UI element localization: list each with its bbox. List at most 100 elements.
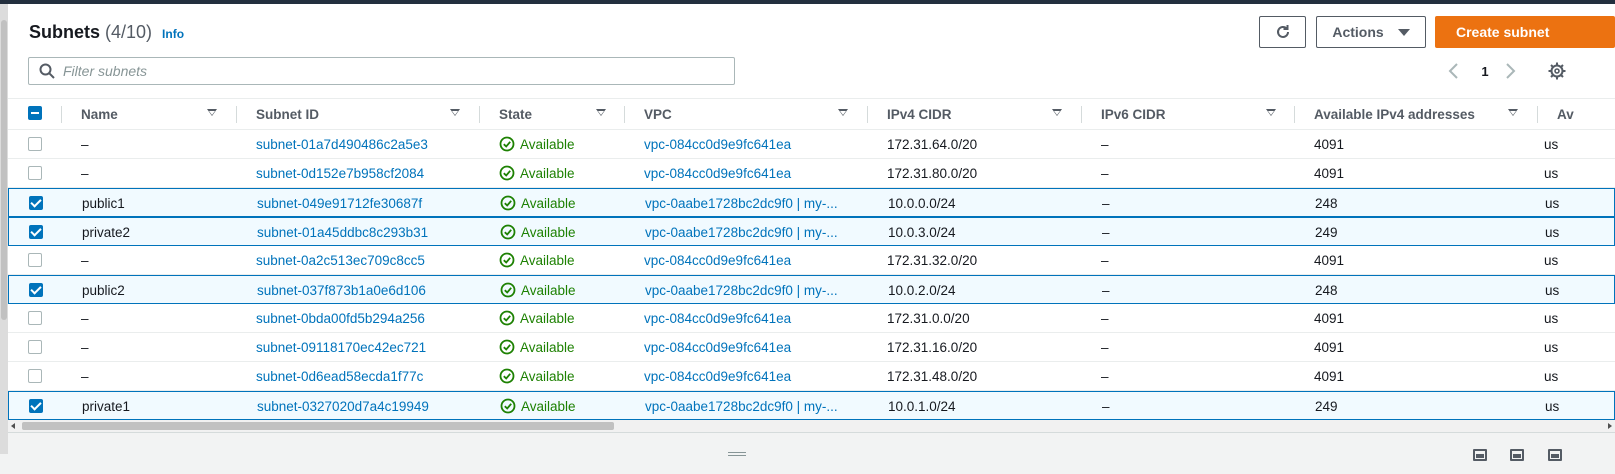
row-checkbox[interactable]	[28, 137, 42, 151]
check-circle-icon	[500, 195, 516, 211]
row-checkbox[interactable]	[29, 283, 43, 297]
table-row[interactable]: private1 subnet-0327020d7a4c19949 Availabl…	[8, 391, 1615, 420]
scroll-left-arrow-icon[interactable]	[11, 423, 15, 429]
column-header-name[interactable]: Name	[81, 99, 221, 129]
next-page-button[interactable]	[1504, 60, 1520, 82]
info-link[interactable]: Info	[162, 27, 184, 41]
vertical-scrollbar[interactable]	[0, 4, 8, 454]
table-row[interactable]: – subnet-0d152e7b958cf2084 Available vpc-08…	[8, 159, 1615, 188]
table-row[interactable]: – subnet-0bda00fd5b294a256 Available vpc-08…	[8, 304, 1615, 333]
page-number[interactable]: 1	[1478, 60, 1492, 82]
column-header-state[interactable]: State	[499, 99, 609, 129]
cell-vpc[interactable]: vpc-084cc0d9e9fc641ea	[644, 333, 859, 361]
row-checkbox[interactable]	[28, 311, 42, 325]
cell-vpc[interactable]: vpc-0aabe1728bc2dc9f0 | my-...	[645, 189, 860, 217]
column-header-vpc[interactable]: VPC	[644, 99, 854, 129]
cell-availability-zone: us	[1544, 130, 1615, 158]
scroll-right-arrow-icon[interactable]	[1608, 423, 1612, 429]
row-checkbox[interactable]	[28, 253, 42, 267]
cell-vpc[interactable]: vpc-084cc0d9e9fc641ea	[644, 362, 859, 390]
cell-ipv4-cidr: 172.31.16.0/20	[887, 333, 1077, 361]
cell-subnet-id[interactable]: subnet-01a7d490486c2a5e3	[256, 130, 471, 158]
table-row[interactable]: – subnet-09118170ec42ec721 Available vpc-08…	[8, 333, 1615, 362]
actions-button[interactable]: Actions	[1316, 16, 1426, 48]
cell-text: –	[81, 368, 89, 384]
table-row[interactable]: public1 subnet-049e91712fe30687f Available…	[8, 188, 1615, 217]
cell-subnet-id[interactable]: subnet-0a2c513ec709c8cc5	[256, 246, 471, 274]
cell-subnet-id[interactable]: subnet-0d152e7b958cf2084	[256, 159, 471, 187]
select-all-checkbox[interactable]	[28, 106, 42, 120]
cell-name: private2	[82, 218, 232, 246]
column-divider[interactable]	[61, 106, 62, 123]
cell-subnet-id[interactable]: subnet-049e91712fe30687f	[257, 189, 472, 217]
cell-name: public2	[82, 276, 232, 304]
column-divider[interactable]	[624, 106, 625, 123]
cell-subnet-id[interactable]: subnet-0327020d7a4c19949	[257, 392, 472, 420]
column-header-label: IPv6 CIDR	[1101, 106, 1166, 122]
cell-vpc[interactable]: vpc-084cc0d9e9fc641ea	[644, 130, 859, 158]
check-circle-icon	[500, 282, 516, 298]
refresh-button[interactable]	[1259, 16, 1306, 48]
table-row[interactable]: – subnet-01a7d490486c2a5e3 Available vpc-08…	[8, 130, 1615, 159]
row-checkbox[interactable]	[29, 399, 43, 413]
previous-page-button[interactable]	[1446, 60, 1462, 82]
column-header-availability-zone[interactable]: Av	[1557, 99, 1615, 129]
row-checkbox[interactable]	[28, 340, 42, 354]
column-header-available-ipv4[interactable]: Available IPv4 addresses	[1314, 99, 1524, 129]
vertical-scrollbar-thumb[interactable]	[1, 20, 7, 320]
filter-input[interactable]	[63, 59, 723, 83]
row-checkbox[interactable]	[28, 166, 42, 180]
column-divider[interactable]	[867, 106, 868, 123]
cell-vpc[interactable]: vpc-0aabe1728bc2dc9f0 | my-...	[645, 392, 860, 420]
cell-text: private1	[82, 398, 131, 414]
chevron-left-icon	[1448, 63, 1458, 79]
cell-subnet-id[interactable]: subnet-0bda00fd5b294a256	[256, 304, 471, 332]
cell-subnet-id[interactable]: subnet-037f873b1a0e6d106	[257, 276, 472, 304]
column-header-subnet-id[interactable]: Subnet ID	[256, 99, 466, 129]
row-checkbox[interactable]	[28, 369, 42, 383]
table-row[interactable]: – subnet-0a2c513ec709c8cc5 Available vpc-08…	[8, 246, 1615, 275]
cell-subnet-id[interactable]: subnet-01a45ddbc8c293b31	[257, 218, 472, 246]
cell-available-ipv4: 4091	[1314, 246, 1529, 274]
cell-subnet-id[interactable]: subnet-0d6ead58ecda1f77c	[256, 362, 471, 390]
column-divider[interactable]	[1081, 106, 1082, 123]
check-circle-icon	[499, 339, 515, 355]
cell-vpc[interactable]: vpc-084cc0d9e9fc641ea	[644, 246, 859, 274]
cell-vpc[interactable]: vpc-084cc0d9e9fc641ea	[644, 304, 859, 332]
table-row[interactable]: – subnet-0d6ead58ecda1f77c Available vpc-08…	[8, 362, 1615, 391]
resize-handle-icon[interactable]	[728, 451, 746, 457]
column-divider[interactable]	[479, 106, 480, 123]
horizontal-scrollbar-thumb[interactable]	[22, 422, 614, 430]
cell-vpc[interactable]: vpc-084cc0d9e9fc641ea	[644, 159, 859, 187]
column-divider[interactable]	[236, 106, 237, 123]
cell-name: –	[81, 362, 231, 390]
cell-state: Available	[499, 333, 619, 361]
cell-text: us	[1544, 310, 1559, 326]
column-divider[interactable]	[1294, 106, 1295, 123]
cell-ipv6-cidr: –	[1101, 130, 1291, 158]
row-checkbox[interactable]	[29, 196, 43, 210]
create-subnet-button[interactable]: Create subnet	[1435, 16, 1615, 48]
cell-text: –	[1101, 339, 1109, 355]
cell-subnet-id[interactable]: subnet-09118170ec42ec721	[256, 333, 471, 361]
column-header-ipv6-cidr[interactable]: IPv6 CIDR	[1101, 99, 1281, 129]
cell-text: 172.31.80.0/20	[887, 165, 978, 181]
preferences-button[interactable]	[1548, 60, 1568, 82]
filter-box[interactable]	[28, 57, 735, 85]
column-divider[interactable]	[1537, 106, 1538, 123]
layout-bottom-icon[interactable]	[1473, 449, 1487, 461]
cell-availability-zone: us	[1545, 218, 1615, 246]
table-row[interactable]: private2 subnet-01a45ddbc8c293b31 Availabl…	[8, 217, 1615, 246]
row-checkbox[interactable]	[29, 225, 43, 239]
cell-vpc[interactable]: vpc-0aabe1728bc2dc9f0 | my-...	[645, 276, 860, 304]
cell-text: 4091	[1314, 252, 1345, 268]
cell-vpc[interactable]: vpc-0aabe1728bc2dc9f0 | my-...	[645, 218, 860, 246]
column-header-ipv4-cidr[interactable]: IPv4 CIDR	[887, 99, 1067, 129]
cell-name: –	[81, 304, 231, 332]
layout-full-icon[interactable]	[1548, 449, 1562, 461]
sort-icon	[596, 109, 606, 116]
table-row[interactable]: public2 subnet-037f873b1a0e6d106 Available…	[8, 275, 1615, 304]
horizontal-scrollbar[interactable]	[8, 420, 1615, 432]
layout-side-icon[interactable]	[1510, 449, 1524, 461]
cell-text: vpc-0aabe1728bc2dc9f0 | my-...	[645, 282, 838, 298]
